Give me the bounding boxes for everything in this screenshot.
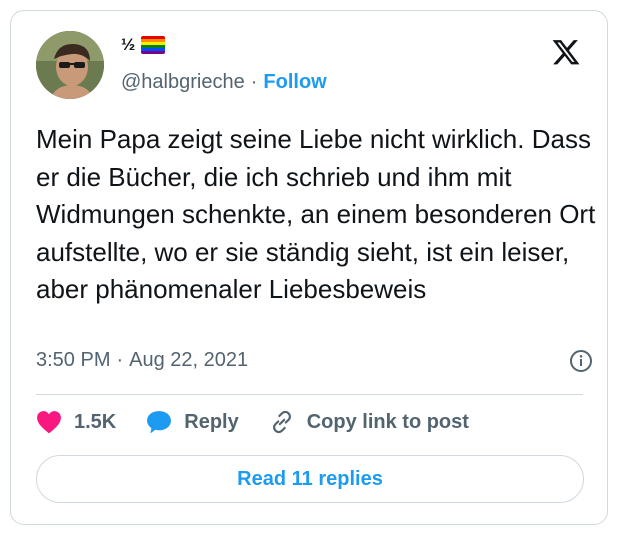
copy-link-button[interactable]: Copy link to post (269, 409, 469, 435)
tweet-time[interactable]: 3:50 PM (36, 349, 110, 372)
reply-label: Reply (184, 410, 239, 433)
separator-dot: · (250, 71, 258, 93)
tweet-timestamp[interactable]: 3:50 PM · Aug 22, 2021 (36, 349, 586, 372)
read-replies-button[interactable]: Read 11 replies (36, 455, 584, 503)
separator-dot: · (116, 349, 124, 371)
x-logo-icon[interactable] (551, 37, 581, 67)
reply-button[interactable]: Reply (146, 410, 239, 434)
speech-bubble-icon (147, 411, 172, 434)
copy-link-label: Copy link to post (306, 410, 469, 433)
follow-button[interactable]: Follow (263, 71, 326, 94)
handle-row: @halbgrieche · Follow (121, 71, 327, 94)
tweet-date[interactable]: Aug 22, 2021 (129, 349, 248, 372)
tweet-card: ½ @halbgrieche · Follow Mein Papa zeigt … (10, 10, 608, 525)
flag-stripe (141, 51, 166, 54)
action-bar: 1.5K Reply Copy link to post (36, 409, 469, 435)
tweet-text: Mein Papa zeigt seine Liebe nicht wirkli… (36, 124, 596, 304)
author-display-name[interactable]: ½ (121, 35, 135, 55)
divider (36, 394, 583, 395)
info-icon[interactable] (569, 349, 593, 373)
rainbow-flag-icon (141, 36, 166, 54)
avatar[interactable] (36, 31, 104, 99)
like-button[interactable]: 1.5K (36, 410, 116, 434)
link-icon (272, 410, 291, 434)
heart-icon (37, 411, 61, 434)
author-handle[interactable]: @halbgrieche (121, 71, 245, 94)
author-name-row[interactable]: ½ (121, 35, 166, 55)
like-count: 1.5K (74, 410, 117, 433)
